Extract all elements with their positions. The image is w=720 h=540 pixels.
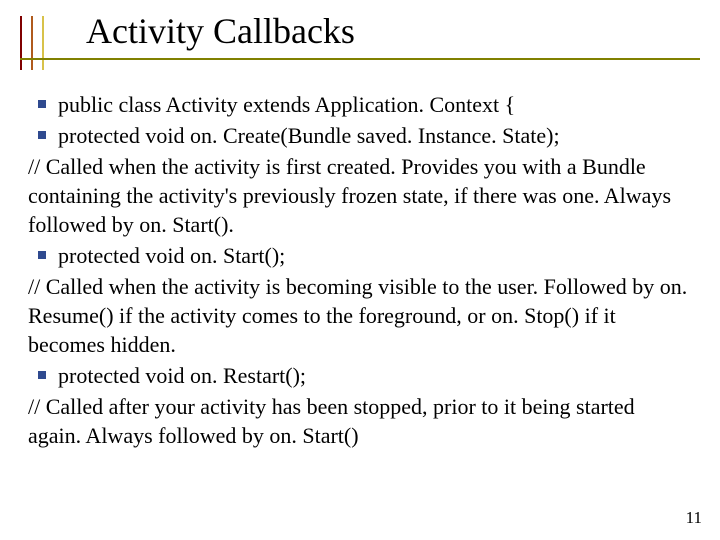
square-bullet-icon — [38, 131, 46, 139]
bullet-text: protected void on. Create(Bundle saved. … — [58, 123, 560, 148]
slide: Activity Callbacks public class Activity… — [0, 0, 720, 540]
slide-body: public class Activity extends Applicatio… — [28, 90, 692, 452]
square-bullet-icon — [38, 251, 46, 259]
horizontal-rule — [20, 58, 700, 60]
comment-text: // Called when the activity is first cre… — [28, 152, 692, 239]
bullet-item: protected void on. Restart(); — [28, 361, 692, 390]
comment-text: // Called when the activity is becoming … — [28, 272, 692, 359]
slide-title: Activity Callbacks — [86, 10, 355, 52]
bullet-text: protected void on. Restart(); — [58, 363, 306, 388]
bullet-text: protected void on. Start(); — [58, 243, 285, 268]
page-number: 11 — [686, 508, 702, 528]
title-row: Activity Callbacks — [20, 10, 700, 70]
bullet-item: protected void on. Create(Bundle saved. … — [28, 121, 692, 150]
comment-text: // Called after your activity has been s… — [28, 392, 692, 450]
accent-bars-icon — [20, 16, 48, 70]
square-bullet-icon — [38, 371, 46, 379]
square-bullet-icon — [38, 100, 46, 108]
bullet-item: public class Activity extends Applicatio… — [28, 90, 692, 119]
bullet-text: public class Activity extends Applicatio… — [58, 92, 515, 117]
bullet-item: protected void on. Start(); — [28, 241, 692, 270]
